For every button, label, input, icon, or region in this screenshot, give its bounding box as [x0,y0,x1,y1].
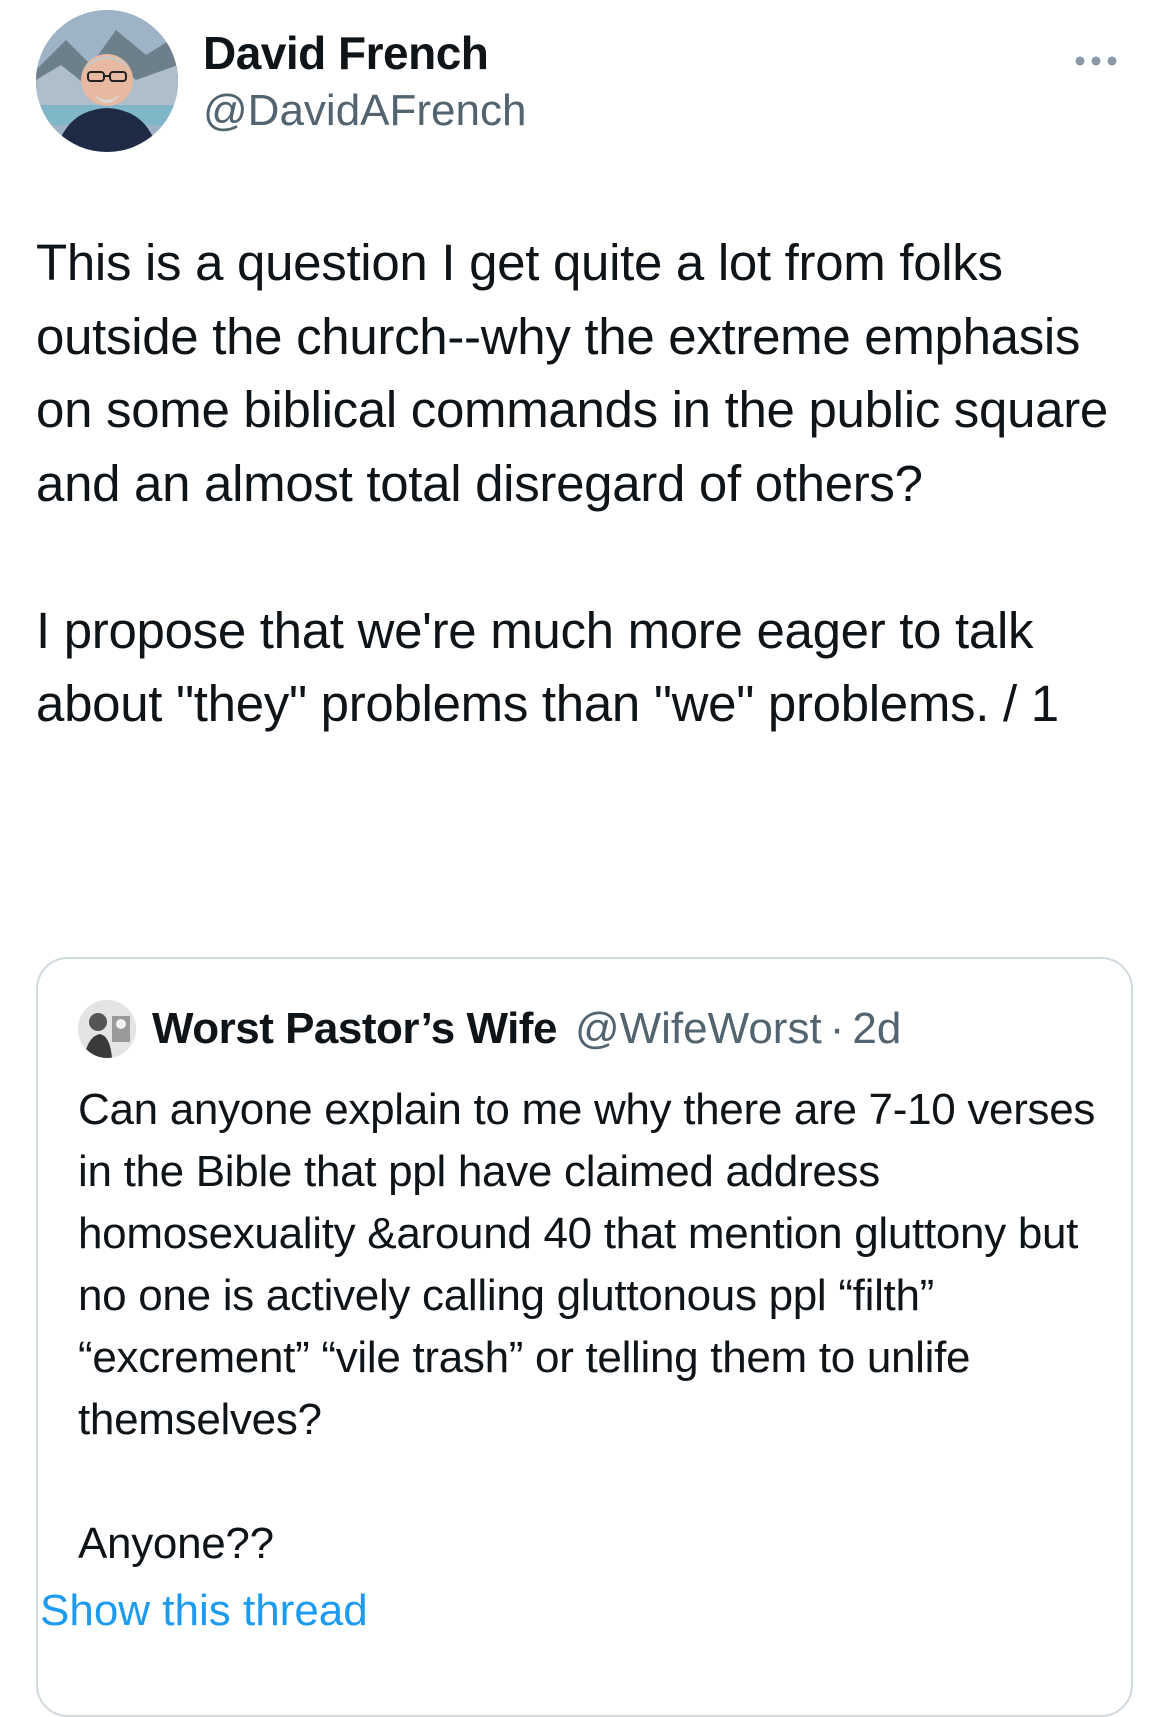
tweet-paragraph: This is a question I get quite a lot fro… [36,234,1108,512]
tweet-text: This is a question I get quite a lot fro… [36,226,1136,741]
author-photo [36,10,178,152]
tweet-paragraph: I propose that we're much more eager to … [36,601,1059,733]
tweet-header: David French @DavidAFrench [36,10,1134,155]
author-avatar[interactable] [36,10,178,152]
quoted-author-handle[interactable]: @WifeWorst [575,1004,822,1054]
meta-separator: · [829,1004,845,1053]
quoted-tweet-header: Worst Pastor’s Wife @WifeWorst · 2d [78,999,901,1059]
quoted-tweet-timestamp[interactable]: 2d [852,1004,901,1054]
author-handle[interactable]: @DavidAFrench [203,82,526,140]
quoted-author-display-name[interactable]: Worst Pastor’s Wife [152,1004,557,1054]
quoted-tweet-text: Can anyone explain to me why there are 7… [78,1079,1098,1575]
quoted-author-avatar[interactable] [78,1000,136,1058]
show-thread-link[interactable]: Show this thread [40,1586,368,1636]
quoted-tweet-paragraph: Can anyone explain to me why there are 7… [78,1085,1096,1444]
author-names: David French @DavidAFrench [203,24,526,140]
more-horizontal-icon[interactable] [1060,46,1130,76]
quoted-tweet-paragraph: Anyone?? [78,1519,274,1568]
author-display-name[interactable]: David French [203,24,526,82]
tweet: David French @DavidAFrench This is a que… [0,0,1170,1717]
quoted-author-photo [78,1000,136,1058]
